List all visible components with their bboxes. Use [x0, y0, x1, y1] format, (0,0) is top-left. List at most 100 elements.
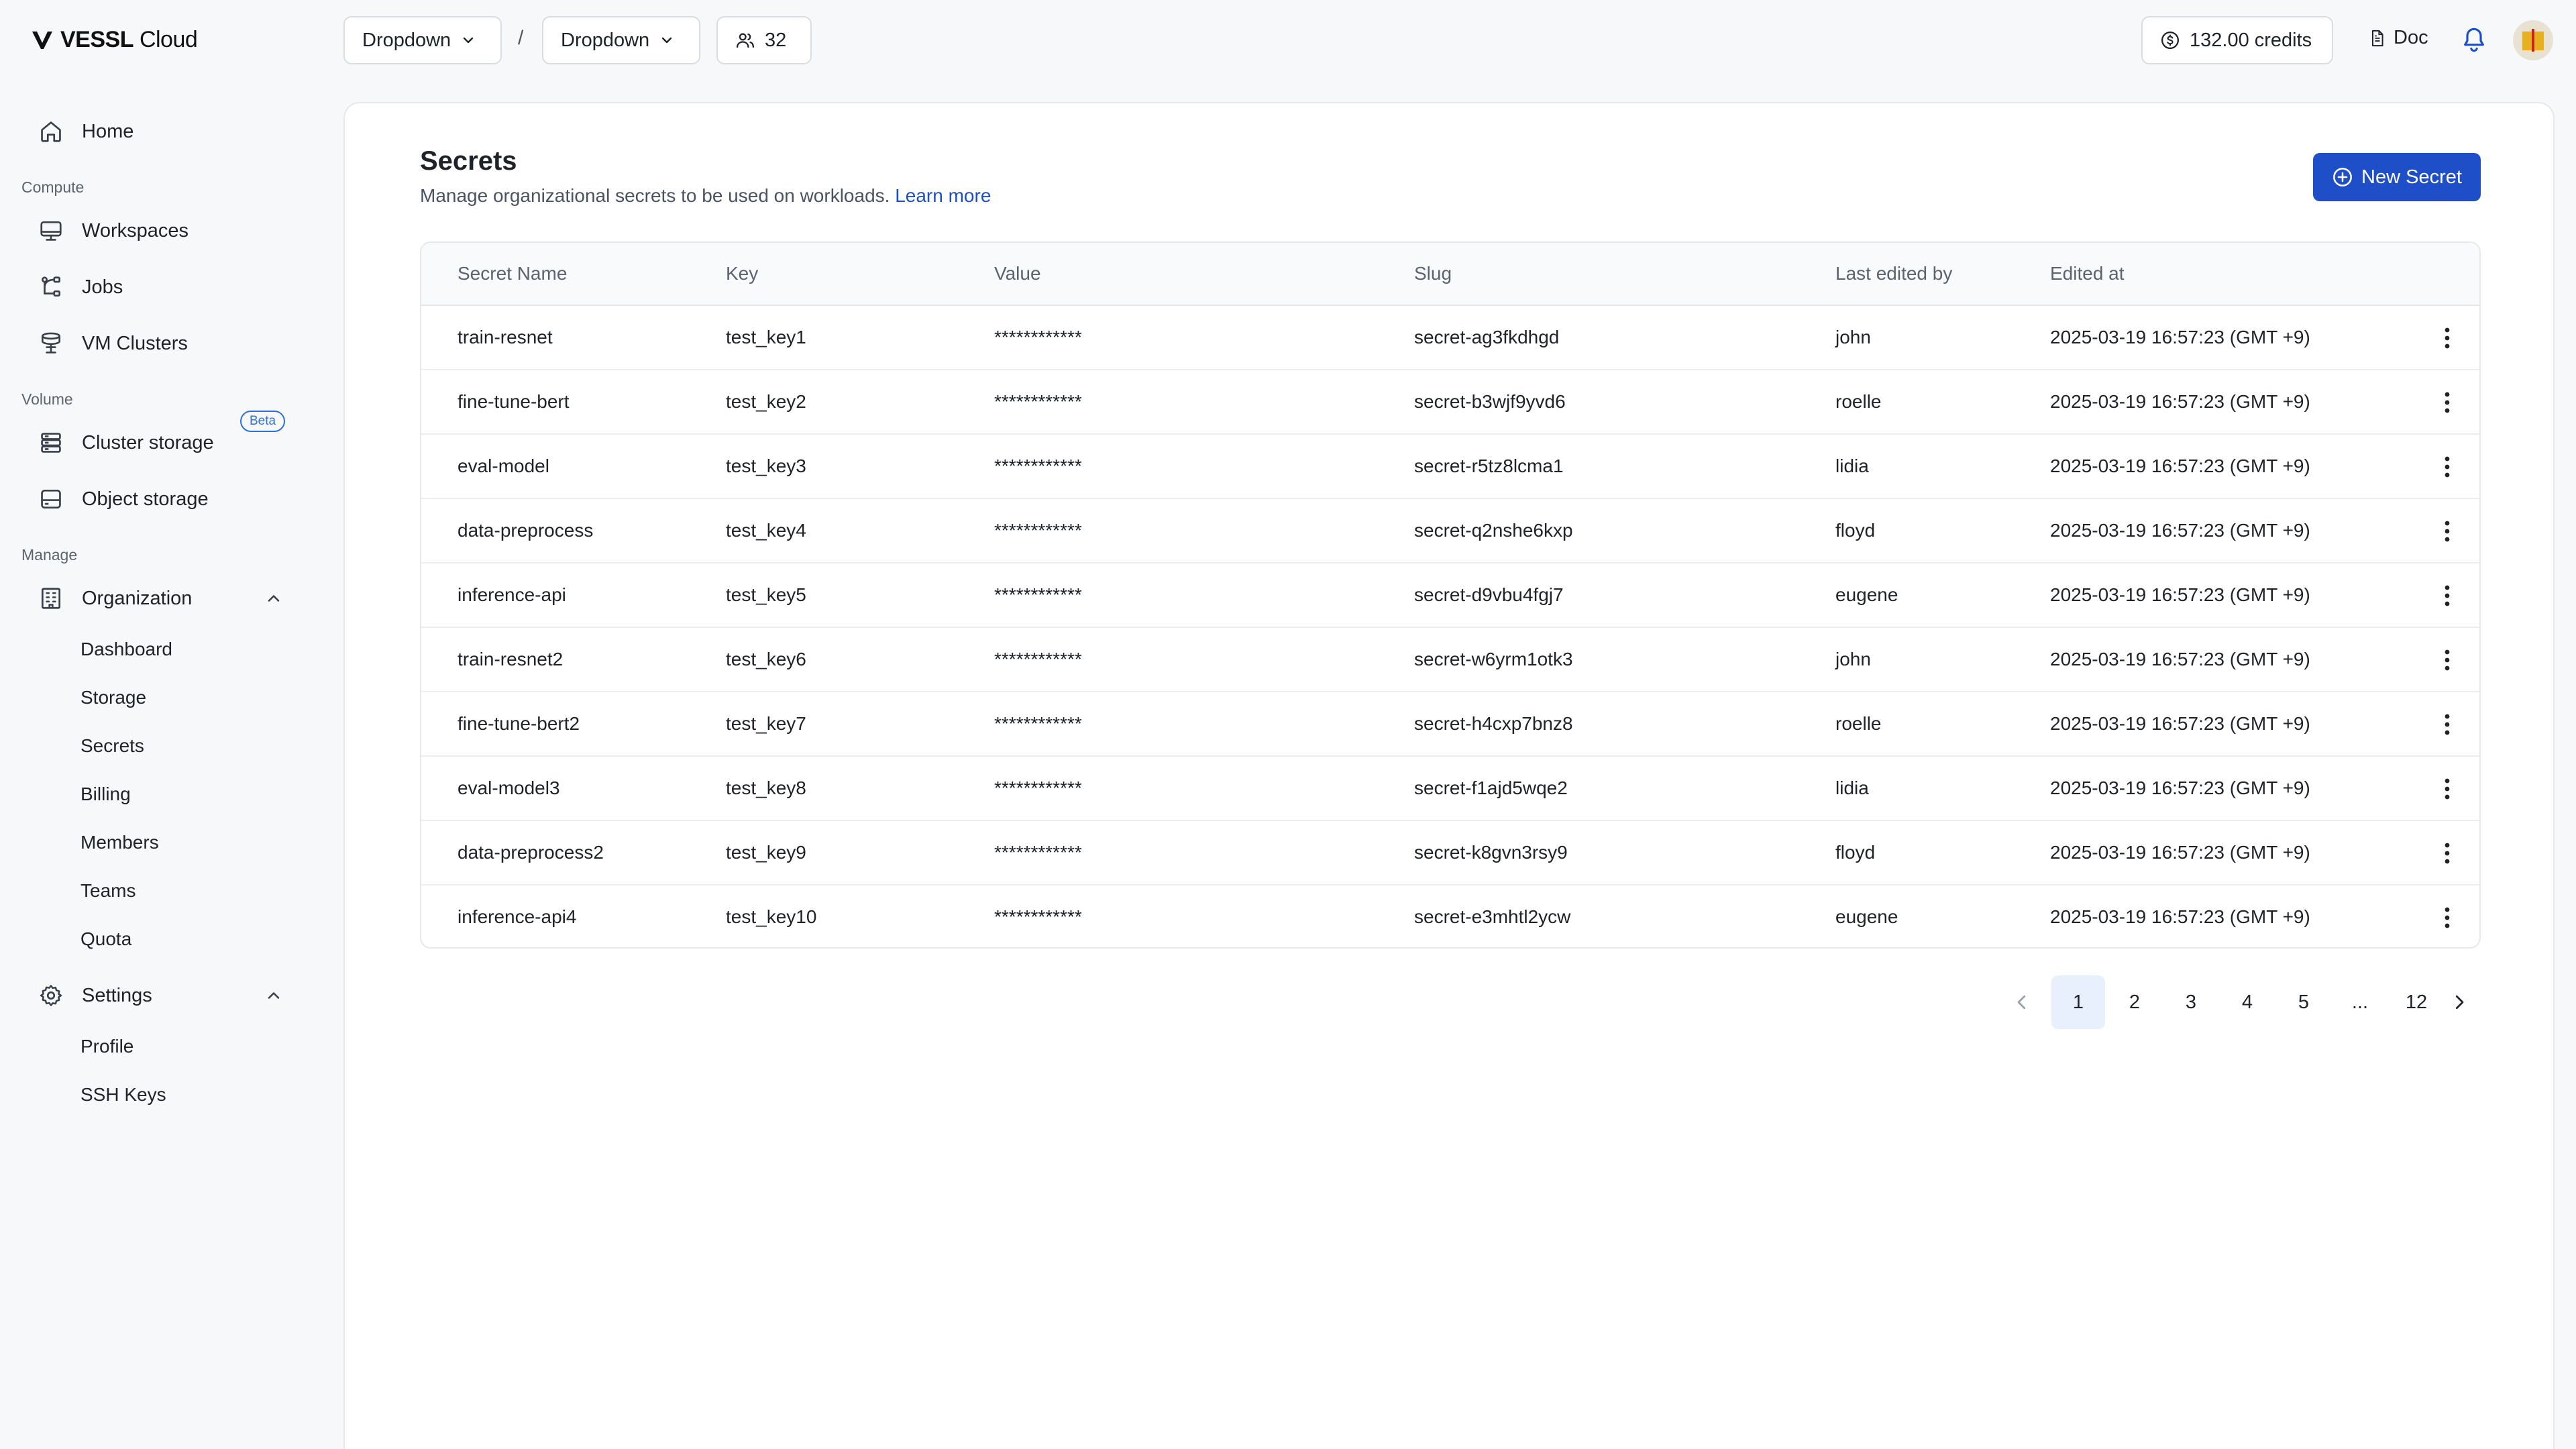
sidebar-item-dashboard[interactable]: Dashboard [80, 639, 172, 660]
cell-value: ************ [994, 455, 1082, 476]
column-header-secret-name[interactable]: Secret Name [458, 263, 567, 284]
branch-icon [38, 274, 64, 301]
more-options-icon[interactable] [2434, 774, 2461, 804]
more-options-icon[interactable] [2434, 452, 2461, 482]
table-row[interactable]: fine-tune-bert test_key2 ************ secre… [421, 370, 2479, 435]
cell-slug: secret-q2nshe6kxp [1414, 520, 1573, 541]
more-options-icon[interactable] [2434, 517, 2461, 546]
cell-edited-at: 2025-03-19 16:57:23 (GMT +9) [2050, 649, 2310, 669]
sidebar-item-cluster-storage[interactable]: Cluster storage [38, 424, 214, 462]
doc-link[interactable]: Doc [2368, 27, 2428, 49]
page-button-4[interactable]: 4 [2220, 975, 2274, 1029]
cell-slug: secret-d9vbu4fgj7 [1414, 584, 1564, 605]
table-row[interactable]: train-resnet2 test_key6 ************ secret… [421, 628, 2479, 692]
cell-value: ************ [994, 584, 1082, 605]
column-header-value[interactable]: Value [994, 263, 1041, 284]
project-dropdown[interactable]: Dropdown [542, 16, 700, 64]
previous-page-icon[interactable] [1995, 975, 2049, 1029]
next-page-icon[interactable] [2432, 975, 2486, 1029]
table-row[interactable]: fine-tune-bert2 test_key7 ************ secr… [421, 692, 2479, 757]
cell-last-edited-by: lidia [1835, 777, 1869, 798]
sidebar-item-label: Workspaces [82, 219, 189, 241]
learn-more-link[interactable]: Learn more [895, 185, 991, 206]
vessl-logo[interactable]: VESSL Cloud [32, 27, 198, 53]
column-header-key[interactable]: Key [726, 263, 758, 284]
more-options-icon[interactable] [2434, 323, 2461, 353]
section-label-manage: Manage [21, 546, 78, 564]
sidebar-item-label: Settings [82, 984, 152, 1006]
user-avatar[interactable] [2513, 20, 2553, 60]
building-icon [38, 585, 64, 612]
more-options-icon[interactable] [2434, 581, 2461, 610]
cell-secret-name: inference-api [458, 584, 566, 605]
cell-slug: secret-f1ajd5wqe2 [1414, 777, 1568, 798]
new-secret-button[interactable]: New Secret [2313, 153, 2481, 201]
more-options-icon[interactable] [2434, 903, 2461, 932]
sidebar-item-storage[interactable]: Storage [80, 687, 146, 708]
sidebar-item-jobs[interactable]: Jobs [38, 268, 123, 306]
page-button-1[interactable]: 1 [2051, 975, 2105, 1029]
table-row[interactable]: inference-api4 test_key10 ************ secr… [421, 885, 2479, 947]
column-header-slug[interactable]: Slug [1414, 263, 1452, 284]
sidebar-item-secrets[interactable]: Secrets [80, 735, 144, 757]
doc-label: Doc [2394, 27, 2428, 48]
table-row[interactable]: data-preprocess2 test_key9 ************ sec… [421, 821, 2479, 885]
cell-value: ************ [994, 713, 1082, 734]
table-row[interactable]: eval-model3 test_key8 ************ secret-f… [421, 757, 2479, 821]
page-button-5[interactable]: 5 [2277, 975, 2330, 1029]
sidebar-item-teams[interactable]: Teams [80, 880, 136, 902]
table-row[interactable]: data-preprocess test_key4 ************ secr… [421, 499, 2479, 564]
monitor-icon [38, 217, 64, 244]
sidebar-item-settings[interactable]: Settings [38, 977, 152, 1014]
table-row[interactable]: eval-model test_key3 ************ secret-r5… [421, 435, 2479, 499]
sidebar-item-quota[interactable]: Quota [80, 928, 131, 950]
cell-last-edited-by: john [1835, 649, 1871, 669]
members-button[interactable]: 32 [716, 16, 812, 64]
cell-value: ************ [994, 906, 1082, 927]
cell-last-edited-by: floyd [1835, 842, 1876, 863]
page-button-2[interactable]: 2 [2108, 975, 2161, 1029]
table-body: train-resnet test_key1 ************ secret-… [421, 306, 2479, 947]
plus-circle-icon [2333, 168, 2352, 186]
page-title: Secrets [420, 146, 517, 176]
cell-value: ************ [994, 391, 1082, 412]
sidebar-item-label: Cluster storage [82, 431, 214, 453]
cell-key: test_key1 [726, 327, 806, 347]
cell-edited-at: 2025-03-19 16:57:23 (GMT +9) [2050, 906, 2310, 927]
table-row[interactable]: inference-api test_key5 ************ secret… [421, 564, 2479, 628]
sidebar-item-billing[interactable]: Billing [80, 784, 131, 805]
logo-suffix: Cloud [139, 27, 198, 52]
cell-last-edited-by: eugene [1835, 906, 1898, 927]
cell-key: test_key6 [726, 649, 806, 669]
sidebar-item-profile[interactable]: Profile [80, 1036, 133, 1057]
more-options-icon[interactable] [2434, 388, 2461, 417]
column-header-last-edited-by[interactable]: Last edited by [1835, 263, 1952, 284]
cell-key: test_key9 [726, 842, 806, 863]
more-options-icon[interactable] [2434, 645, 2461, 675]
sidebar-item-object-storage[interactable]: Object storage [38, 480, 209, 518]
more-options-icon[interactable] [2434, 839, 2461, 868]
sidebar-item-workspaces[interactable]: Workspaces [38, 212, 189, 250]
credits-button[interactable]: 132.00 credits [2141, 16, 2333, 64]
cell-edited-at: 2025-03-19 16:57:23 (GMT +9) [2050, 455, 2310, 476]
sidebar-item-organization[interactable]: Organization [38, 580, 192, 617]
organization-dropdown[interactable]: Dropdown [343, 16, 502, 64]
notification-bell-icon[interactable] [2461, 25, 2487, 55]
page-button-3[interactable]: 3 [2164, 975, 2218, 1029]
sidebar-item-vm-clusters[interactable]: VM Clusters [38, 325, 188, 362]
column-header-edited-at[interactable]: Edited at [2050, 263, 2125, 284]
sidebar-item-members[interactable]: Members [80, 832, 159, 853]
cell-last-edited-by: eugene [1835, 584, 1898, 605]
chevron-up-icon[interactable] [264, 986, 283, 1005]
more-options-icon[interactable] [2434, 710, 2461, 739]
cell-slug: secret-b3wjf9yvd6 [1414, 391, 1566, 412]
coin-icon [2161, 32, 2179, 49]
gear-icon [38, 982, 64, 1009]
sidebar-item-label: VM Clusters [82, 332, 188, 354]
chevron-up-icon[interactable] [264, 589, 283, 608]
table-row[interactable]: train-resnet test_key1 ************ secret-… [421, 306, 2479, 370]
cell-last-edited-by: lidia [1835, 455, 1869, 476]
sidebar-item-home[interactable]: Home [38, 113, 133, 150]
sidebar-item-ssh-keys[interactable]: SSH Keys [80, 1084, 166, 1106]
cell-edited-at: 2025-03-19 16:57:23 (GMT +9) [2050, 391, 2310, 412]
